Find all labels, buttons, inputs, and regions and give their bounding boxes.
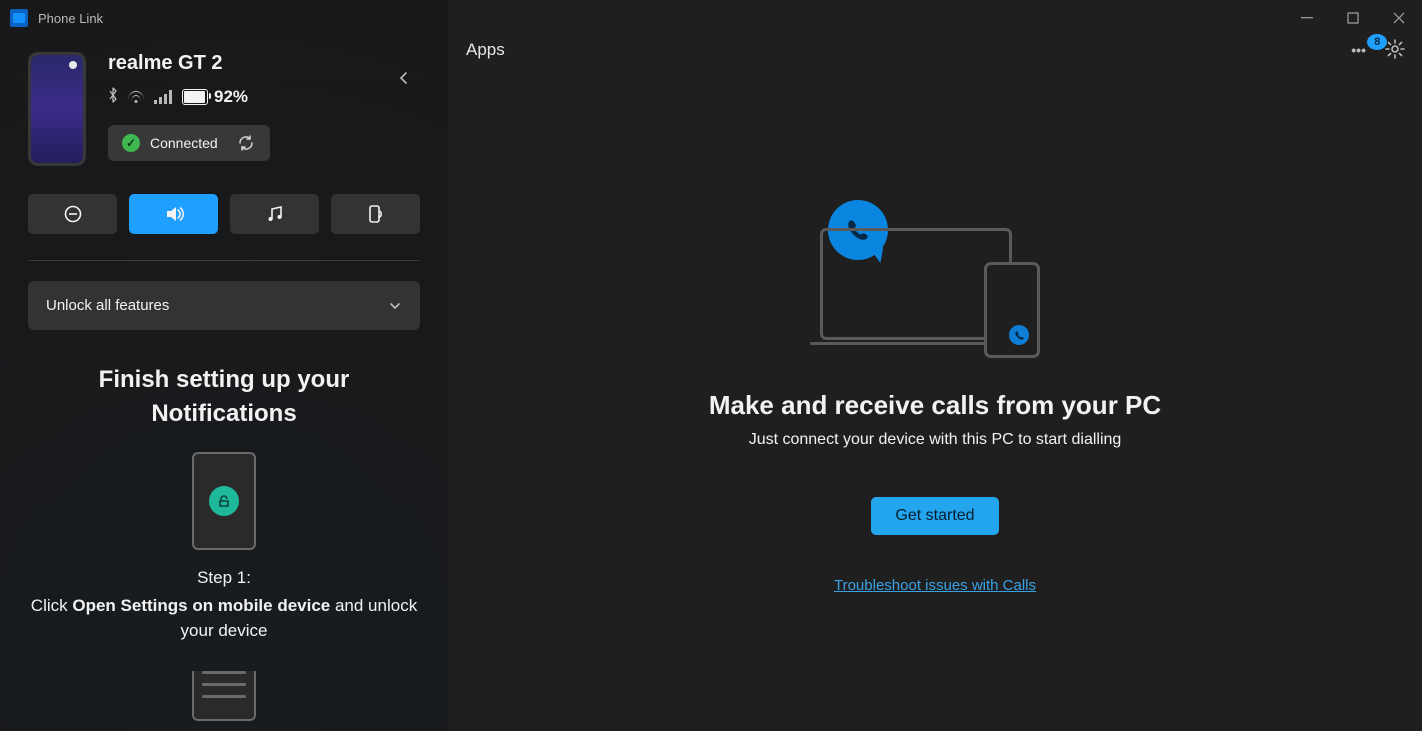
window-maximize-button[interactable] (1330, 0, 1376, 36)
gear-icon (1384, 38, 1406, 60)
dnd-icon (63, 204, 83, 224)
sound-toggle[interactable] (129, 194, 218, 234)
phone-mirror-icon (366, 204, 386, 224)
check-circle-icon: ✓ (122, 134, 140, 152)
notifications-button[interactable]: ••• 8 (1351, 42, 1366, 58)
music-icon (265, 204, 285, 224)
unlock-features-label: Unlock all features (46, 297, 169, 314)
app-icon (10, 9, 28, 27)
signal-icon (154, 90, 172, 104)
hero-title: Make and receive calls from your PC (448, 390, 1422, 421)
window-minimize-button[interactable] (1284, 0, 1330, 36)
unlock-features-row[interactable]: Unlock all features (28, 281, 420, 330)
chevron-left-icon (397, 71, 411, 85)
connection-status-label: Connected (150, 135, 218, 151)
refresh-icon (237, 134, 255, 152)
bluetooth-icon (108, 87, 118, 107)
battery-icon (182, 89, 208, 105)
divider (28, 260, 420, 261)
get-started-button[interactable]: Get started (871, 497, 998, 535)
calls-illustration (820, 200, 1050, 360)
settings-list-illustration (192, 671, 256, 721)
dots-icon: ••• (1351, 42, 1366, 58)
device-name: realme GT 2 (108, 52, 270, 75)
phone-device-icon (984, 262, 1040, 358)
troubleshoot-link[interactable]: Troubleshoot issues with Calls (448, 577, 1422, 594)
unlock-icon (209, 486, 239, 516)
music-toggle[interactable] (230, 194, 319, 234)
device-thumbnail[interactable] (28, 52, 86, 166)
refresh-button[interactable] (236, 133, 256, 153)
main-content: Apps ••• 8 (448, 0, 1422, 731)
battery-percent: 92% (214, 87, 248, 107)
dnd-toggle[interactable] (28, 194, 117, 234)
titlebar: Phone Link (0, 0, 1422, 36)
battery-indicator: 92% (182, 87, 248, 107)
quick-action-row (28, 194, 420, 234)
unlock-phone-illustration (192, 452, 256, 550)
step-description: Click Open Settings on mobile device and… (28, 594, 420, 643)
phone-mirror-toggle[interactable] (331, 194, 420, 234)
setup-heading-line1: Finish setting up your (28, 366, 420, 394)
notifications-setup: Finish setting up your Notifications Ste… (28, 366, 420, 721)
connection-status-chip[interactable]: ✓ Connected (108, 125, 270, 161)
device-header: realme GT 2 92% ✓ Connected (28, 52, 420, 166)
sidebar-panel: realme GT 2 92% ✓ Connected (0, 0, 448, 731)
device-status-icons: 92% (108, 87, 270, 107)
hero-subtitle: Just connect your device with this PC to… (448, 431, 1422, 449)
setup-heading-line2: Notifications (28, 400, 420, 428)
step-label: Step 1: (28, 568, 420, 588)
chevron-down-icon (388, 299, 402, 313)
settings-button[interactable] (1384, 38, 1406, 63)
mini-call-icon (1009, 325, 1029, 345)
window-close-button[interactable] (1376, 0, 1422, 36)
calls-hero: Make and receive calls from your PC Just… (448, 200, 1422, 594)
tab-apps[interactable]: Apps (462, 32, 509, 68)
wifi-icon (128, 91, 144, 103)
sidebar-collapse-button[interactable] (388, 62, 420, 94)
window-title: Phone Link (38, 11, 103, 26)
sound-icon (163, 203, 185, 225)
